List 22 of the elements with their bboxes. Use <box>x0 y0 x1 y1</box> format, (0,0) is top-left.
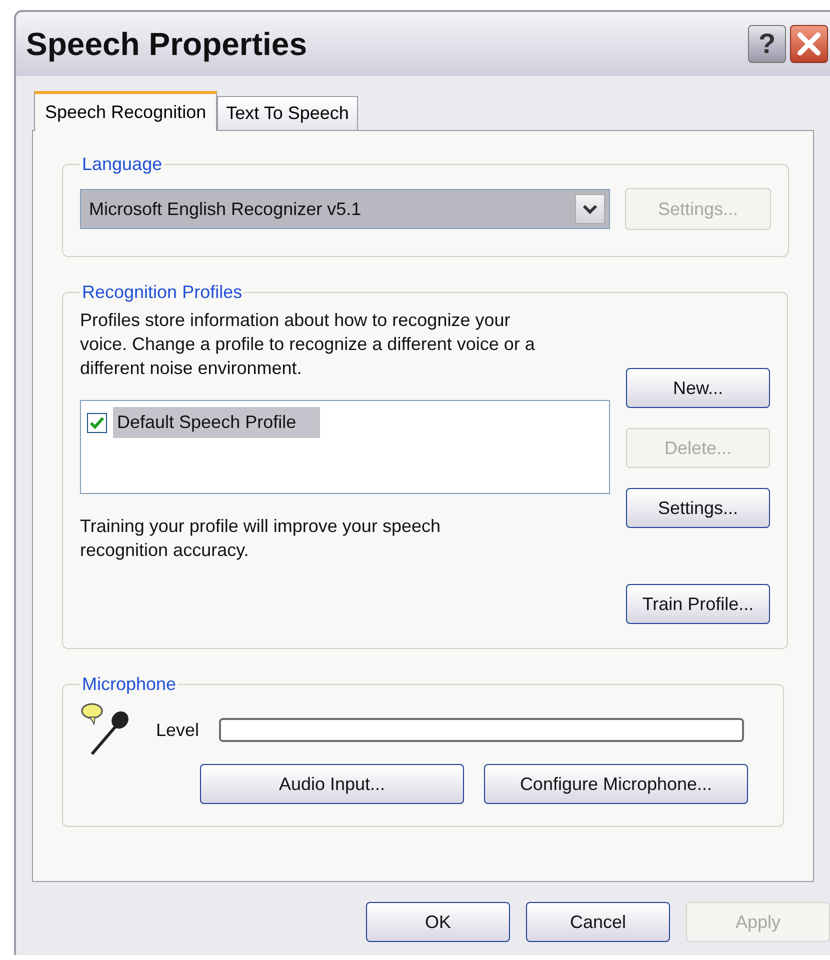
level-label: Level <box>156 718 200 742</box>
new-button[interactable]: New... <box>626 368 770 408</box>
group-title: Language <box>81 153 164 176</box>
window-title: Speech Properties <box>26 25 308 64</box>
profiles-description: Profiles store information about how to recognize your voice. Change a profile to recognize a different voice or a different noise environment. <box>80 309 536 380</box>
tab[interactable]: Speech Recognition <box>34 91 218 131</box>
cancel-button[interactable]: Cancel <box>526 902 670 942</box>
language-dropdown[interactable]: Microsoft English Recognizer v5.1 <box>80 189 610 229</box>
settings-button[interactable]: Settings... <box>626 488 770 528</box>
help-button[interactable]: ? <box>748 25 786 63</box>
ok-button[interactable]: OK <box>366 902 510 942</box>
close-button[interactable] <box>790 25 828 63</box>
configure-microphone-button[interactable]: Configure Microphone... <box>484 764 748 804</box>
close-icon <box>796 31 822 57</box>
train-profile-button[interactable]: Train Profile... <box>626 584 770 624</box>
tab[interactable]: Text To Speech <box>217 96 358 130</box>
training-description: Training your profile will improve your speech recognition accuracy. <box>80 515 442 562</box>
group-title: Microphone <box>81 673 178 696</box>
group-title: Recognition Profiles <box>81 281 244 304</box>
checkbox[interactable] <box>87 412 107 432</box>
audio-input-button[interactable]: Audio Input... <box>200 764 464 804</box>
profile-item[interactable]: Default Speech Profile <box>113 407 320 438</box>
